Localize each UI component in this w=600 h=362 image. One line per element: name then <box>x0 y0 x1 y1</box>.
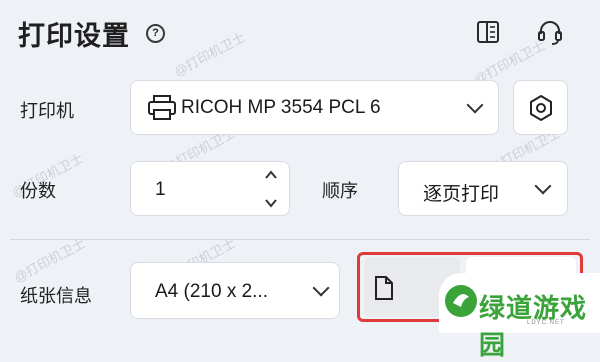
headset-icon[interactable] <box>535 17 565 47</box>
paper-label: 纸张信息 <box>20 286 92 306</box>
section-divider <box>10 239 590 240</box>
badge-subtitle: LDYC.NET <box>527 320 565 326</box>
copies-stepper[interactable]: 1 <box>130 161 290 216</box>
chevron-down-icon <box>312 279 330 297</box>
paper-size-value: A4 (210 x 2... <box>155 281 269 302</box>
watermark: @打印机卫士 <box>171 29 248 80</box>
paper-size-select[interactable]: A4 (210 x 2... <box>130 262 340 319</box>
help-icon[interactable]: ? <box>146 24 165 43</box>
layout-toggle-icon[interactable] <box>474 17 504 47</box>
order-label: 顺序 <box>322 181 358 201</box>
order-value: 逐页打印 <box>423 184 500 205</box>
printer-value: RICOH MP 3554 PCL 6 <box>181 97 381 118</box>
printer-properties-button[interactable] <box>513 80 568 135</box>
chevron-down-icon <box>466 96 484 114</box>
page-title: 打印设置 <box>18 21 130 51</box>
decrement-arrow-icon[interactable] <box>264 196 278 214</box>
copies-value: 1 <box>155 179 166 200</box>
copies-label: 份数 <box>20 181 56 201</box>
order-select[interactable]: 逐页打印 <box>398 161 568 216</box>
hexagon-settings-icon <box>528 94 554 127</box>
watermark: @打印机卫士 <box>11 235 88 286</box>
printer-icon <box>147 95 177 126</box>
printer-label: 打印机 <box>20 101 74 121</box>
printer-select[interactable]: RICOH MP 3554 PCL 6 <box>130 80 499 135</box>
badge-logo-icon <box>443 283 479 324</box>
chevron-down-icon <box>534 177 552 195</box>
increment-arrow-icon[interactable] <box>264 168 278 186</box>
print-settings-panel: @打印机卫士 @打印机卫士 @打印机卫士 @打印机卫士 @打印机卫士 @打印机卫… <box>0 0 600 360</box>
